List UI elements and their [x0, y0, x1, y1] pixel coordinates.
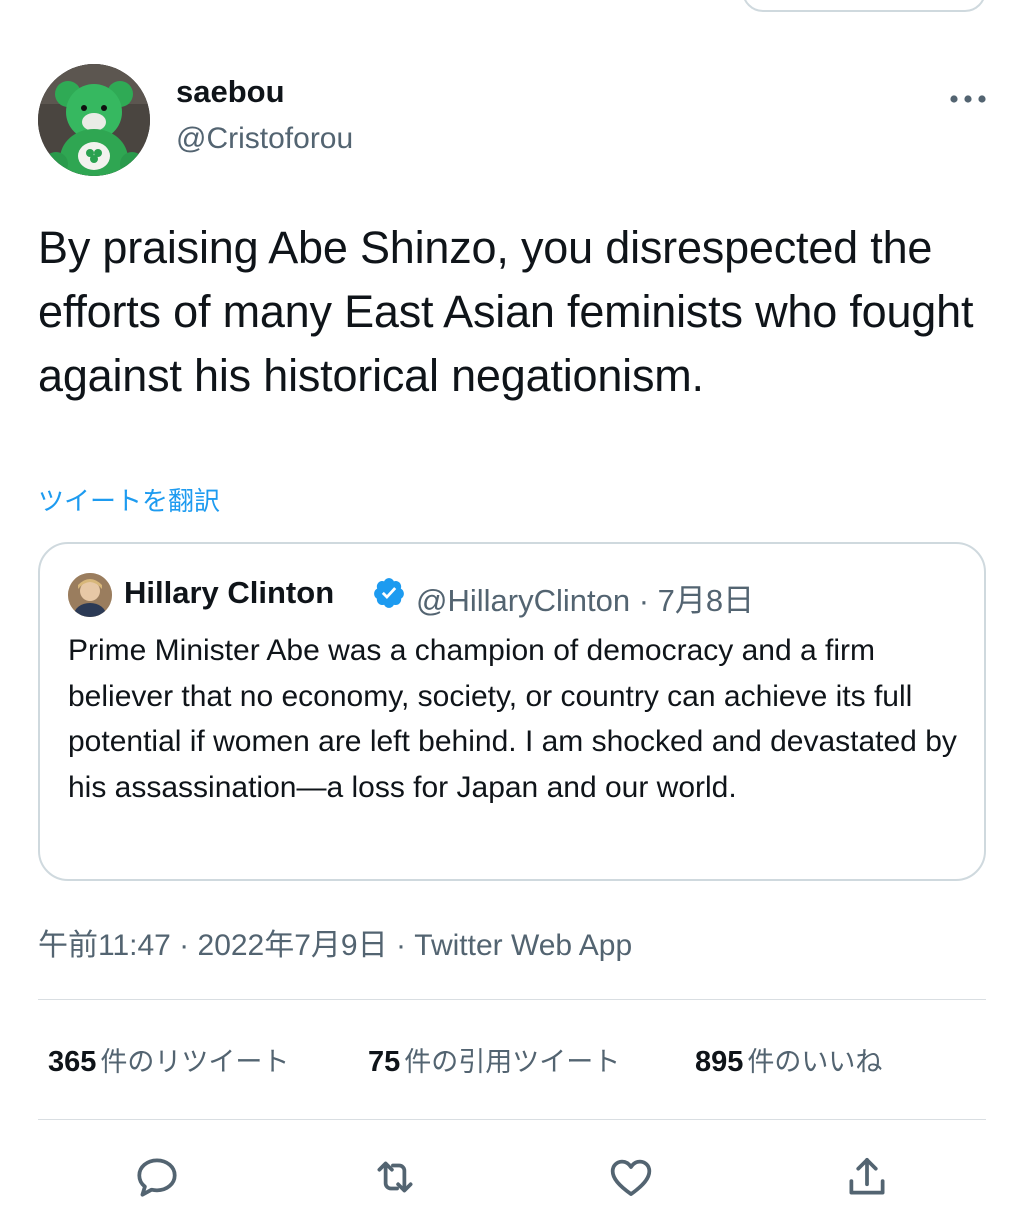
quotes-count: 75 — [368, 1046, 401, 1078]
quotes-label: 件の引用ツイート — [404, 1047, 621, 1077]
likes-label: 件のいいね — [747, 1047, 883, 1077]
like-icon[interactable] — [606, 1152, 656, 1202]
retweet-icon[interactable] — [370, 1152, 420, 1202]
share-icon[interactable] — [842, 1152, 892, 1202]
divider — [38, 999, 986, 1000]
quoted-tweet[interactable]: Hillary Clinton @HillaryClinton · 7月8日 P… — [38, 542, 986, 881]
translate-link[interactable]: ツイートを翻訳 — [38, 481, 220, 518]
author-name[interactable]: saebou — [176, 74, 285, 110]
quoted-author-avatar — [68, 573, 112, 617]
quotes-stat[interactable]: 75 件の引用ツイート — [368, 1040, 620, 1079]
quoted-text: Prime Minister Abe was a champion of dem… — [68, 634, 957, 804]
author-handle[interactable]: @Cristoforou — [176, 122, 353, 156]
author-avatar[interactable] — [38, 64, 150, 176]
portrait-avatar-icon — [68, 573, 112, 617]
divider — [38, 1119, 986, 1120]
retweets-label: 件のリツイート — [100, 1047, 290, 1077]
reply-icon[interactable] — [132, 1152, 182, 1202]
retweets-stat[interactable]: 365 件のリツイート — [48, 1040, 289, 1079]
bear-avatar-icon — [38, 64, 150, 176]
verified-badge-icon — [372, 576, 406, 610]
retweets-count: 365 — [48, 1046, 97, 1078]
quoted-meta: @HillaryClinton · 7月8日 — [416, 583, 755, 618]
top-button-partial[interactable] — [742, 0, 986, 12]
more-icon[interactable] — [948, 92, 988, 106]
tweet-text: By praising Abe Shinzo, you disrespected… — [38, 222, 974, 401]
tweet-timestamp[interactable]: 午前11:47 · 2022年7月9日 · Twitter Web App — [38, 920, 632, 964]
likes-stat[interactable]: 895 件のいいね — [695, 1040, 882, 1079]
likes-count: 895 — [695, 1046, 744, 1078]
quoted-author-name: Hillary Clinton — [124, 575, 335, 610]
